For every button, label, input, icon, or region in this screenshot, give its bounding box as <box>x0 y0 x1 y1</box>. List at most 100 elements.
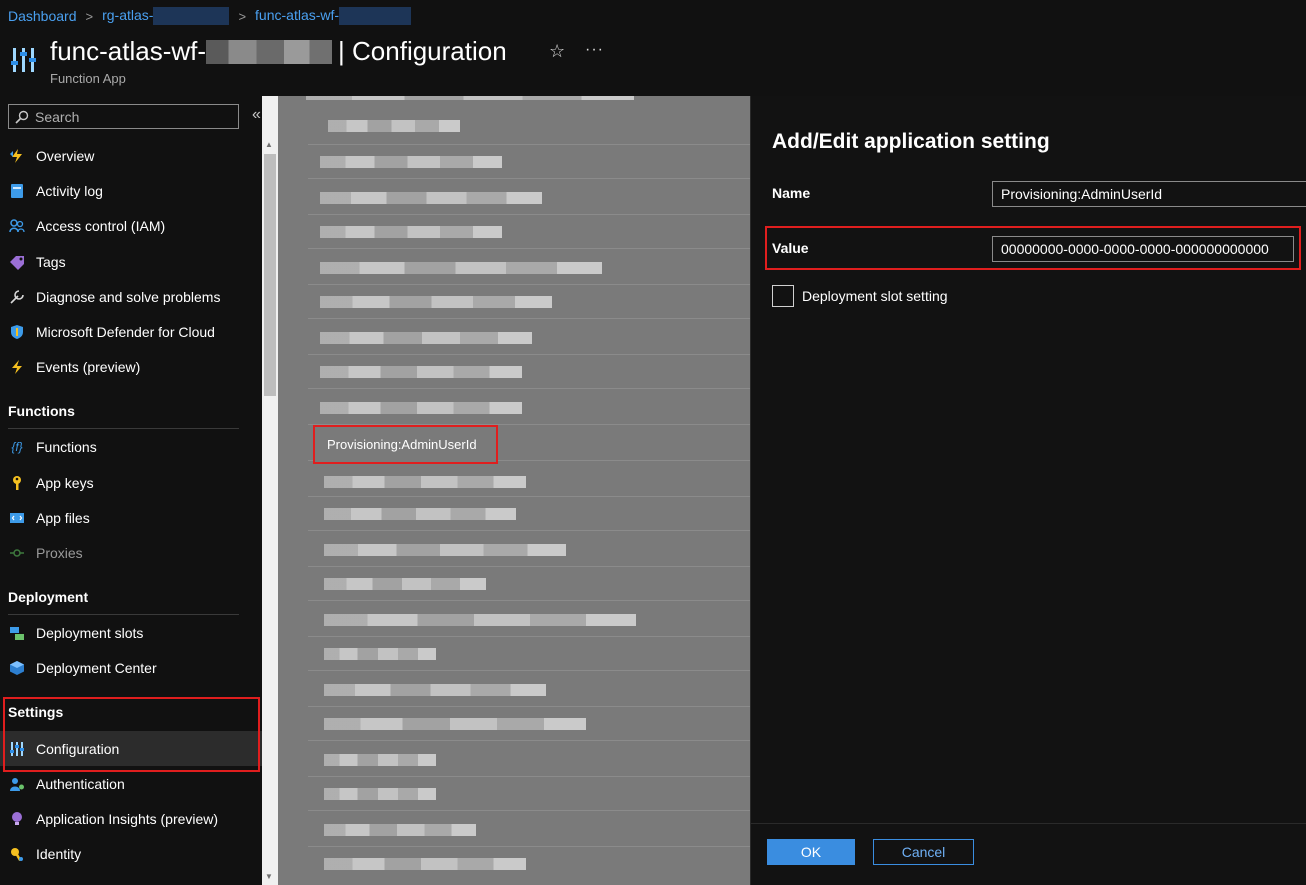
setting-row-highlighted[interactable]: Provisioning:AdminUserId <box>313 425 498 464</box>
redacted-text <box>324 824 476 836</box>
sidebar-item-label: Deployment Center <box>36 660 157 676</box>
code-file-icon <box>8 509 26 527</box>
sidebar-scrollbar-thumb[interactable] <box>264 154 276 396</box>
sidebar-item-functions[interactable]: {f} Functions <box>0 430 262 464</box>
shield-icon <box>8 323 26 341</box>
cube-icon <box>8 659 26 677</box>
name-label: Name <box>772 185 811 201</box>
sidebar-item-app-files[interactable]: App files <box>0 501 262 535</box>
redacted-text <box>328 120 460 132</box>
row-divider <box>308 496 750 497</box>
value-input[interactable] <box>992 236 1294 262</box>
redacted-text <box>324 614 636 626</box>
panel-footer-divider <box>751 823 1306 824</box>
sidebar-item-label: App keys <box>36 475 94 491</box>
redacted-text <box>324 544 566 556</box>
row-divider <box>308 810 750 811</box>
redacted-text <box>324 508 516 520</box>
cancel-button[interactable]: Cancel <box>873 839 974 865</box>
sidebar-item-deployment-slots[interactable]: Deployment slots <box>0 616 262 650</box>
sidebar-item-label: Authentication <box>36 776 125 792</box>
sidebar-item-access-control[interactable]: Access control (IAM) <box>0 209 262 243</box>
row-divider <box>308 318 750 319</box>
row-divider <box>308 214 750 215</box>
sidebar-item-diagnose[interactable]: Diagnose and solve problems <box>0 280 262 314</box>
collapse-sidebar-icon[interactable]: « <box>252 106 261 124</box>
redacted-text <box>320 262 602 274</box>
sidebar-item-events[interactable]: Events (preview) <box>0 350 262 384</box>
sidebar-item-label: Activity log <box>36 183 103 199</box>
redacted-text <box>324 578 486 590</box>
row-divider <box>308 706 750 707</box>
sidebar-item-label: Identity <box>36 846 82 862</box>
row-divider <box>308 670 750 671</box>
redacted-text <box>320 296 552 308</box>
sidebar-item-label: App files <box>36 510 90 526</box>
sidebar-item-identity[interactable]: Identity <box>0 837 262 871</box>
redacted-text <box>324 648 436 660</box>
search-box[interactable] <box>8 104 239 129</box>
page-title-suffix: | Configuration <box>338 36 507 66</box>
redacted-text <box>320 156 502 168</box>
row-divider <box>308 248 750 249</box>
scroll-down-arrow-icon[interactable]: ▼ <box>265 872 273 881</box>
section-heading-deployment: Deployment <box>8 589 89 605</box>
redacted-text <box>206 39 333 64</box>
deployment-slot-checkbox[interactable] <box>772 285 794 307</box>
redacted-text <box>324 718 586 730</box>
redacted-text <box>324 476 526 488</box>
row-divider <box>308 636 750 637</box>
setting-name: Provisioning:AdminUserId <box>327 437 477 452</box>
sidebar-item-app-keys[interactable]: App keys <box>0 466 262 500</box>
sidebar-item-authentication[interactable]: Authentication <box>0 767 262 801</box>
breadcrumb-function-app[interactable]: func-atlas-wf- <box>255 7 412 26</box>
section-divider <box>8 614 239 615</box>
row-divider <box>308 178 750 179</box>
sidebar-item-label: Application Insights (preview) <box>36 811 219 827</box>
breadcrumb-dashboard[interactable]: Dashboard <box>8 8 77 24</box>
activity-log-icon <box>8 182 26 200</box>
sidebar-item-proxies[interactable]: Proxies <box>0 536 262 570</box>
sidebar-item-label: Tags <box>36 254 66 270</box>
section-heading-functions: Functions <box>8 403 75 419</box>
section-divider <box>8 428 239 429</box>
row-divider <box>308 566 750 567</box>
page-title: func-atlas-wf- | Configuration <box>50 36 507 67</box>
sidebar-item-defender[interactable]: Microsoft Defender for Cloud <box>0 315 262 349</box>
redacted-text <box>324 754 436 766</box>
function-icon: {f} <box>11 440 23 454</box>
more-options-icon[interactable]: ··· <box>585 41 604 59</box>
breadcrumb-resource-group[interactable]: rg-atlas- <box>102 7 230 26</box>
redacted-text <box>324 858 526 870</box>
sidebar-item-tags[interactable]: Tags <box>0 245 262 279</box>
sidebar-item-deployment-center[interactable]: Deployment Center <box>0 651 262 685</box>
key-icon <box>8 474 26 492</box>
star-icon[interactable]: ☆ <box>549 41 565 62</box>
edit-setting-panel: Add/Edit application setting Name Value … <box>750 96 1306 885</box>
page-subtitle: Function App <box>50 71 126 86</box>
redacted-text <box>320 192 542 204</box>
scroll-up-arrow-icon[interactable]: ▲ <box>265 140 273 149</box>
sidebar-item-app-insights[interactable]: Application Insights (preview) <box>0 802 262 836</box>
sidebar-item-overview[interactable]: Overview <box>0 139 262 173</box>
sidebar-item-activity-log[interactable]: Activity log <box>0 174 262 208</box>
search-input[interactable] <box>35 108 225 125</box>
redacted-text <box>320 366 522 378</box>
row-divider <box>308 530 750 531</box>
user-auth-icon <box>8 775 26 793</box>
lightning-icon <box>8 147 26 165</box>
tag-icon <box>8 253 26 271</box>
name-input[interactable] <box>992 181 1306 207</box>
row-divider <box>308 600 750 601</box>
redacted-text <box>306 96 634 100</box>
bolt-icon <box>8 358 26 376</box>
highlight-box <box>3 697 260 772</box>
config-sliders-icon <box>11 48 36 72</box>
redacted-text <box>320 226 502 238</box>
wrench-icon <box>8 288 26 306</box>
redacted-text <box>324 684 546 696</box>
row-divider <box>308 354 750 355</box>
people-icon <box>8 217 26 235</box>
ok-button[interactable]: OK <box>767 839 855 865</box>
breadcrumb: Dashboard > rg-atlas- > func-atlas-wf- <box>8 6 412 26</box>
